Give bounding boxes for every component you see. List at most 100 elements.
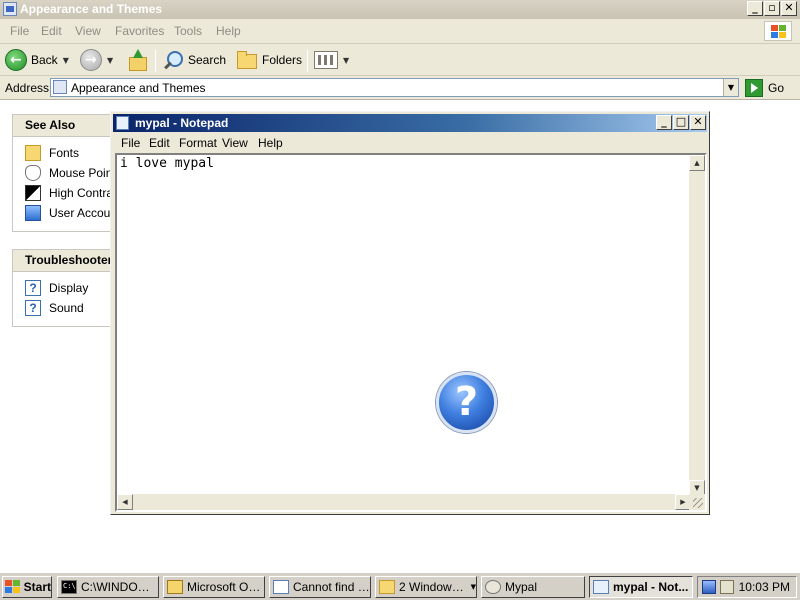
command-prompt-icon	[61, 580, 77, 594]
menu-help[interactable]: Help	[216, 24, 241, 38]
notepad-window: mypal - Notepad _ □ ✕ File Edit Format V…	[110, 111, 710, 515]
taskbar-item-outlook[interactable]: Microsoft Out...	[163, 576, 265, 598]
notepad-menubar: File Edit Format View Help	[113, 133, 707, 152]
fonts-folder-icon	[25, 145, 41, 161]
menu-file[interactable]: File	[10, 24, 29, 38]
taskbar-item-notepad[interactable]: mypal - Not...	[589, 576, 693, 598]
go-button[interactable]: Go	[745, 78, 784, 97]
troubleshooter-item-label: Display	[49, 281, 89, 295]
close-button[interactable]: ✕	[781, 1, 797, 16]
windows-logo-icon	[764, 21, 792, 41]
address-value: Appearance and Themes	[71, 81, 206, 95]
horizontal-scrollbar[interactable]: ◀ ▶	[117, 494, 691, 510]
address-bar: Address Appearance and Themes ▼ Go	[0, 76, 800, 100]
folders-label: Folders	[262, 53, 303, 67]
start-label: Start	[23, 580, 51, 594]
taskbar-item-windows-group[interactable]: 2 Windows ... ▼	[375, 576, 477, 598]
notepad-icon	[116, 116, 129, 130]
notepad-menu-file[interactable]: File	[121, 136, 140, 150]
resize-grip-icon[interactable]	[689, 494, 705, 510]
search-button[interactable]: Search	[162, 48, 226, 72]
chevron-down-icon[interactable]: ▼	[107, 56, 113, 65]
up-button[interactable]	[127, 48, 147, 72]
forward-button[interactable]: → ▼	[80, 48, 113, 72]
notepad-maximize-button[interactable]: □	[673, 115, 689, 130]
task-label: 2 Windows ...	[399, 580, 467, 594]
back-button[interactable]: ← Back ▼	[5, 48, 69, 72]
views-icon	[314, 51, 338, 69]
views-button[interactable]: ▼	[314, 48, 349, 72]
folder-icon	[379, 580, 395, 594]
address-label: Address	[5, 81, 50, 95]
taskbar: Start C:\WINDOW... Microsoft Out... Cann…	[0, 572, 800, 600]
go-arrow-icon	[745, 78, 763, 97]
notepad-title: mypal - Notepad	[135, 116, 229, 130]
go-label: Go	[768, 80, 785, 95]
help-icon: ?	[25, 280, 41, 296]
windows-logo-icon	[5, 580, 21, 594]
folder-icon	[236, 51, 258, 69]
notepad-menu-edit[interactable]: Edit	[149, 136, 170, 150]
notepad-icon	[593, 580, 609, 594]
task-label: Cannot find s...	[293, 580, 370, 594]
high-contrast-icon	[25, 185, 41, 201]
outlook-icon	[167, 580, 183, 594]
mypal-icon	[485, 580, 501, 594]
see-also-item-label: Fonts	[49, 146, 80, 160]
menu-tools[interactable]: Tools	[174, 24, 202, 38]
vertical-scrollbar[interactable]: ▲ ▼	[689, 155, 705, 496]
folders-button[interactable]: Folders	[236, 48, 302, 72]
notepad-menu-help[interactable]: Help	[258, 136, 283, 150]
chevron-down-icon: ▼	[470, 583, 476, 591]
toolbar-separator	[155, 50, 156, 72]
mouse-icon	[25, 165, 41, 181]
menu-view[interactable]: View	[75, 24, 101, 38]
explorer-title-bar[interactable]: Appearance and Themes _ ▫ ✕	[0, 0, 800, 19]
clock[interactable]: 10:03 PM	[739, 580, 790, 594]
network-icon[interactable]	[702, 580, 716, 594]
browser-page-icon	[273, 580, 289, 594]
task-label: C:\WINDOW...	[81, 580, 158, 594]
scroll-up-icon[interactable]: ▲	[689, 155, 705, 171]
start-button[interactable]: Start	[2, 576, 52, 598]
explorer-menubar: File Edit View Favorites Tools Help	[0, 19, 800, 44]
volume-icon[interactable]	[720, 580, 734, 594]
control-panel-icon	[3, 2, 17, 16]
back-arrow-icon: ←	[5, 49, 27, 71]
chevron-down-icon[interactable]: ▼	[63, 56, 69, 65]
address-input[interactable]: Appearance and Themes ▼	[50, 78, 739, 97]
chevron-down-icon[interactable]: ▼	[343, 56, 349, 65]
notepad-text-area[interactable]: i love mypal ▲ ▼ ◀ ▶	[115, 153, 707, 512]
system-tray: 10:03 PM	[697, 576, 797, 598]
taskbar-item-command-prompt[interactable]: C:\WINDOW...	[57, 576, 159, 598]
notepad-close-button[interactable]: ✕	[690, 115, 706, 130]
toolbar-separator	[307, 50, 308, 72]
help-orb-icon: ?	[436, 372, 497, 433]
minimize-button[interactable]: _	[747, 1, 763, 16]
explorer-title: Appearance and Themes	[20, 2, 163, 16]
menu-edit[interactable]: Edit	[41, 24, 62, 38]
scroll-left-icon[interactable]: ◀	[117, 494, 133, 510]
troubleshooter-item-label: Sound	[49, 301, 84, 315]
explorer-toolbar: ← Back ▼ → ▼ Search Folders ▼	[0, 44, 800, 76]
restore-button[interactable]: ▫	[764, 1, 780, 16]
notepad-content: i love mypal	[120, 156, 214, 171]
notepad-title-bar[interactable]: mypal - Notepad _ □ ✕	[113, 114, 707, 132]
folder-up-icon	[127, 49, 147, 71]
taskbar-item-mypal[interactable]: Mypal	[481, 576, 585, 598]
back-label: Back	[31, 53, 58, 67]
chevron-down-icon[interactable]: ▼	[723, 79, 738, 96]
notepad-menu-view[interactable]: View	[222, 136, 248, 150]
notepad-menu-format[interactable]: Format	[179, 136, 217, 150]
user-account-icon	[25, 205, 41, 221]
search-label: Search	[188, 53, 227, 67]
search-icon	[162, 49, 184, 71]
forward-arrow-icon: →	[80, 49, 102, 71]
control-panel-icon	[53, 80, 67, 94]
task-label: mypal - Not...	[613, 580, 689, 594]
task-label: Microsoft Out...	[187, 580, 264, 594]
menu-favorites[interactable]: Favorites	[115, 24, 164, 38]
taskbar-item-browser[interactable]: Cannot find s...	[269, 576, 371, 598]
notepad-minimize-button[interactable]: _	[656, 115, 672, 130]
help-icon: ?	[25, 300, 41, 316]
